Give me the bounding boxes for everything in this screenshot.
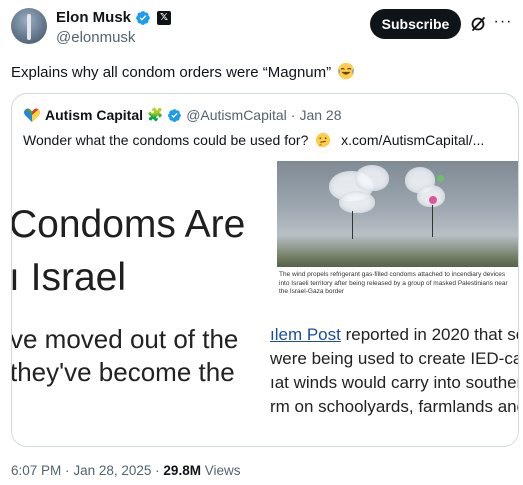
quoted-tweet-text: Wonder what the condoms could be used fo… [23,130,484,150]
separator-dot: · [155,463,160,478]
face-with-tears-of-joy-icon [338,62,355,80]
quoted-text-content: Wonder what the condoms could be used fo… [23,132,309,148]
quoted-link[interactable]: x.com/AutismCapital/... [341,132,484,148]
string-line [432,205,433,237]
jerusalem-post-link: ılem Post [270,325,341,344]
article-body-left-line2: they've become the [12,357,235,387]
quoted-tweet-header: Autism Capital 🧩 @AutismCapital · Jan 28 [23,105,342,125]
quoted-date[interactable]: Jan 28 [299,107,341,123]
puzzle-piece-icon: 🧩 [147,107,164,122]
verified-badge-icon [136,11,150,25]
post-date[interactable]: Jan 28, 2025 [73,463,151,478]
pink-balloon [429,196,437,204]
handle[interactable]: @elonmusk [56,29,135,47]
tweet-header: Elon Musk 𝕏 @elonmusk Subscribe ··· [11,8,513,48]
news-photo [277,161,518,267]
article-body-right-line3: ıat winds would carry into souther [270,373,518,392]
more-icon[interactable]: ··· [493,12,513,32]
x-affiliate-badge: 𝕏 [157,11,172,25]
grok-icon[interactable] [470,16,486,32]
tweet-text: Explains why all condom orders were “Mag… [11,62,355,83]
verified-badge-icon [168,108,182,122]
article-body-right-line1: ılem Post reported in 2020 that sc [270,323,518,347]
avatar[interactable] [11,8,47,44]
name-row: Elon Musk 𝕏 [56,9,172,27]
puzzle-heart-avatar[interactable] [23,106,41,124]
article-body-left-line1: ve moved out of the [12,324,239,354]
article-headline-line1: Condoms Are [12,203,246,246]
article-body-right-line4: rm on schoolyards, farmlands and [270,397,518,416]
views-label: Views [204,463,241,478]
post-time[interactable]: 6:07 PM [11,463,61,478]
separator-dot: · [65,463,70,478]
quoted-tweet-card[interactable]: Autism Capital 🧩 @AutismCapital · Jan 28… [11,93,519,447]
tweet-meta: 6:07 PM · Jan 28, 2025 · 29.8M Views [11,462,241,480]
display-name[interactable]: Elon Musk [56,9,131,27]
thinking-face-icon [316,132,331,148]
quoted-display-name[interactable]: Autism Capital [45,107,143,123]
tweet-root: Elon Musk 𝕏 @elonmusk Subscribe ··· Expl… [0,0,523,485]
right-line1-rest: reported in 2020 that sc [340,325,518,344]
article-body-right: ılem Post reported in 2020 that sc were … [270,323,518,419]
photo-caption: The wind propels refrigerant gas-filled … [279,271,508,295]
green-balloon [437,175,444,182]
article-body-right-line2: were being used to create IED-carr [270,349,518,368]
tweet-text-content: Explains why all condom orders were “Mag… [11,64,332,81]
subscribe-button[interactable]: Subscribe [370,9,461,39]
string-line [352,211,353,239]
quoted-handle[interactable]: @AutismCapital [186,107,287,123]
balloon-shape [355,165,389,191]
separator-dot: · [290,107,296,123]
views-count[interactable]: 29.8M [163,463,201,478]
balloon-shape [339,191,375,213]
quoted-media-image[interactable]: Condoms Are ı Israel The wind propels re… [12,161,518,446]
article-headline-line2: ı Israel [12,256,127,299]
